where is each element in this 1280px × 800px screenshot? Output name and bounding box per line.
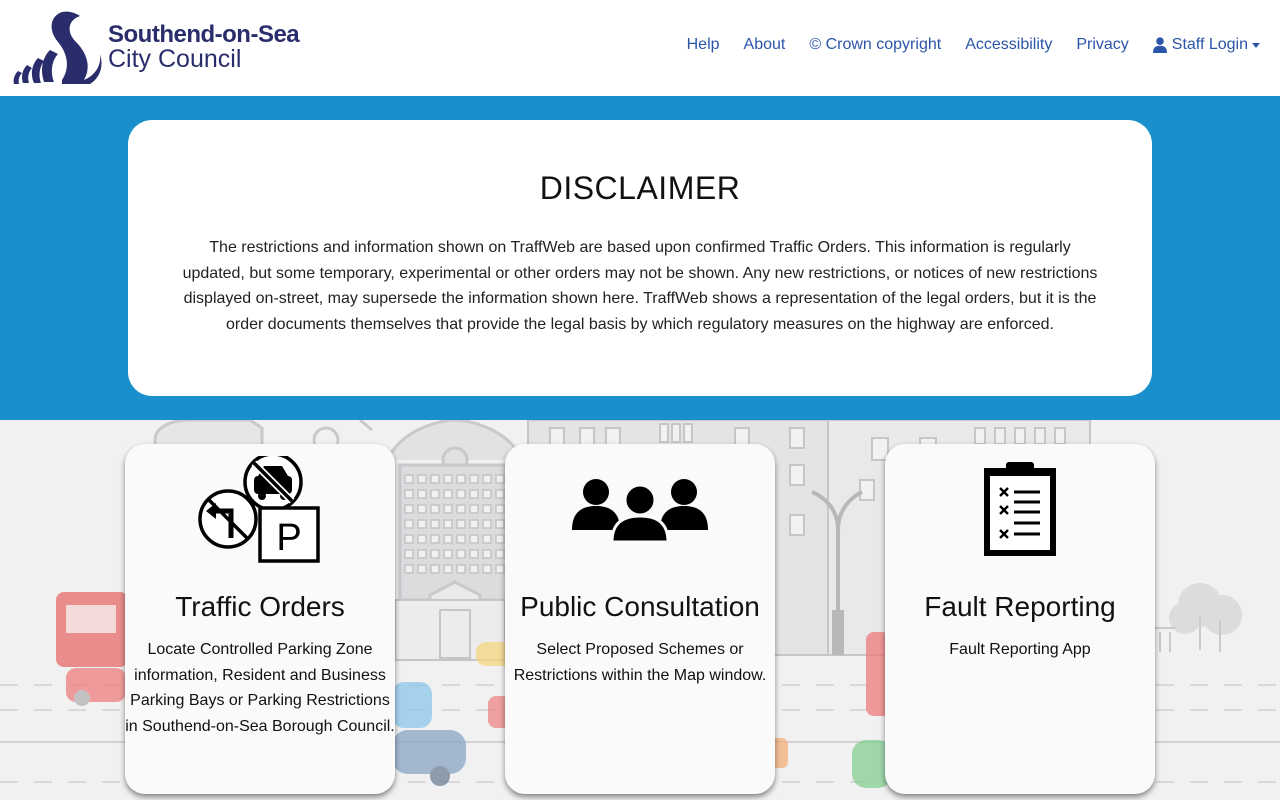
council-logo[interactable]: Southend-on-Sea City Council (10, 10, 310, 86)
user-icon (1152, 37, 1167, 53)
logo-line-2: City Council (108, 45, 242, 74)
card-title: Public Consultation (520, 591, 760, 622)
card-text: Fault Reporting App (949, 641, 1091, 658)
card-text: Select Proposed Schemes or Restrictions … (513, 641, 767, 684)
card-title: Fault Reporting (924, 591, 1116, 622)
logo-line-1: Southend-on-Sea (108, 21, 300, 49)
nav-privacy[interactable]: Privacy (1076, 36, 1128, 54)
clipboard-checklist-icon (885, 450, 1155, 570)
top-nav: Help About © Crown copyright Accessibili… (663, 36, 1260, 54)
disclaimer-title: DISCLAIMER (539, 170, 741, 206)
nav-help[interactable]: Help (687, 36, 720, 54)
nav-crown-copyright[interactable]: © Crown copyright (809, 36, 941, 54)
logo-text: Southend-on-Sea City Council (108, 21, 300, 74)
traffic-signs-icon: P (125, 450, 395, 570)
card-traffic-orders[interactable]: P Traffic Orders Locate Controlled Parki… (125, 444, 395, 794)
card-text: Locate Controlled Parking Zone informati… (125, 641, 395, 735)
chevron-down-icon (1252, 42, 1260, 48)
card-public-consultation[interactable]: Public Consultation Select Proposed Sche… (505, 444, 775, 794)
staff-login-label: Staff Login (1171, 36, 1248, 53)
card-title: Traffic Orders (175, 591, 345, 622)
card-fault-reporting[interactable]: Fault Reporting Fault Reporting App (885, 444, 1155, 794)
site-header: Southend-on-Sea City Council Help About … (0, 0, 1280, 96)
disclaimer-text: The restrictions and information shown o… (182, 239, 1098, 333)
nav-staff-login[interactable]: Staff Login (1152, 36, 1260, 54)
swan-logo-icon (13, 11, 102, 84)
nav-accessibility[interactable]: Accessibility (965, 36, 1052, 54)
svg-text:P: P (276, 517, 301, 559)
people-group-icon (505, 450, 775, 570)
disclaimer-panel: DISCLAIMER The restrictions and informat… (128, 120, 1152, 396)
nav-about[interactable]: About (744, 36, 786, 54)
